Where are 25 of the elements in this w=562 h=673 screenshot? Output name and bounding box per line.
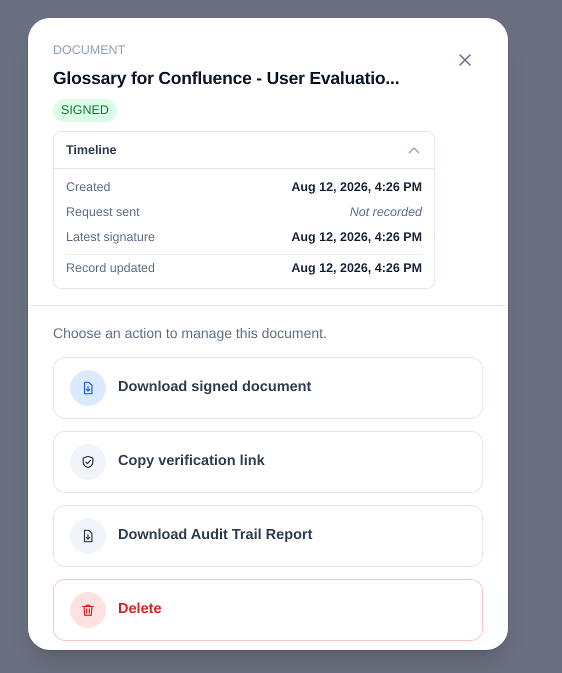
timeline-label: Request sent bbox=[66, 204, 140, 222]
timeline-heading: Timeline bbox=[66, 142, 116, 159]
document-title: Glossary for Confluence - User Evaluatio... bbox=[53, 67, 400, 90]
action-button[interactable]: Download signed document bbox=[53, 357, 483, 419]
chevron-icon bbox=[408, 146, 420, 154]
instruction-text: Choose an action to manage this document. bbox=[53, 324, 328, 343]
timeline-value: Aug 12, 2026, 4:26 PM bbox=[291, 229, 422, 246]
timeline-value: Aug 12, 2026, 4:26 PM bbox=[291, 179, 422, 196]
status-badge: SIGNED bbox=[53, 99, 117, 122]
trash-icon bbox=[81, 603, 95, 617]
timeline-label: Created bbox=[66, 179, 110, 196]
file-download-icon bbox=[81, 529, 95, 543]
eyebrow-label: DOCUMENT bbox=[53, 42, 126, 58]
file-download-icon bbox=[81, 381, 95, 395]
timeline-value: Aug 12, 2026, 4:26 PM bbox=[291, 260, 422, 277]
action-button[interactable]: Copy verification link bbox=[53, 431, 483, 493]
action-button[interactable]: Delete bbox=[53, 579, 483, 641]
close-button[interactable] bbox=[457, 52, 473, 68]
timeline-label: Latest signature bbox=[66, 229, 155, 246]
action-button[interactable]: Download Audit Trail Report bbox=[53, 505, 483, 567]
timeline-label: Record updated bbox=[66, 260, 155, 277]
timeline-value: Not recorded bbox=[350, 204, 422, 222]
close-icon bbox=[459, 54, 471, 66]
shield-check-icon bbox=[81, 455, 95, 469]
collapse-toggle[interactable] bbox=[408, 145, 422, 155]
